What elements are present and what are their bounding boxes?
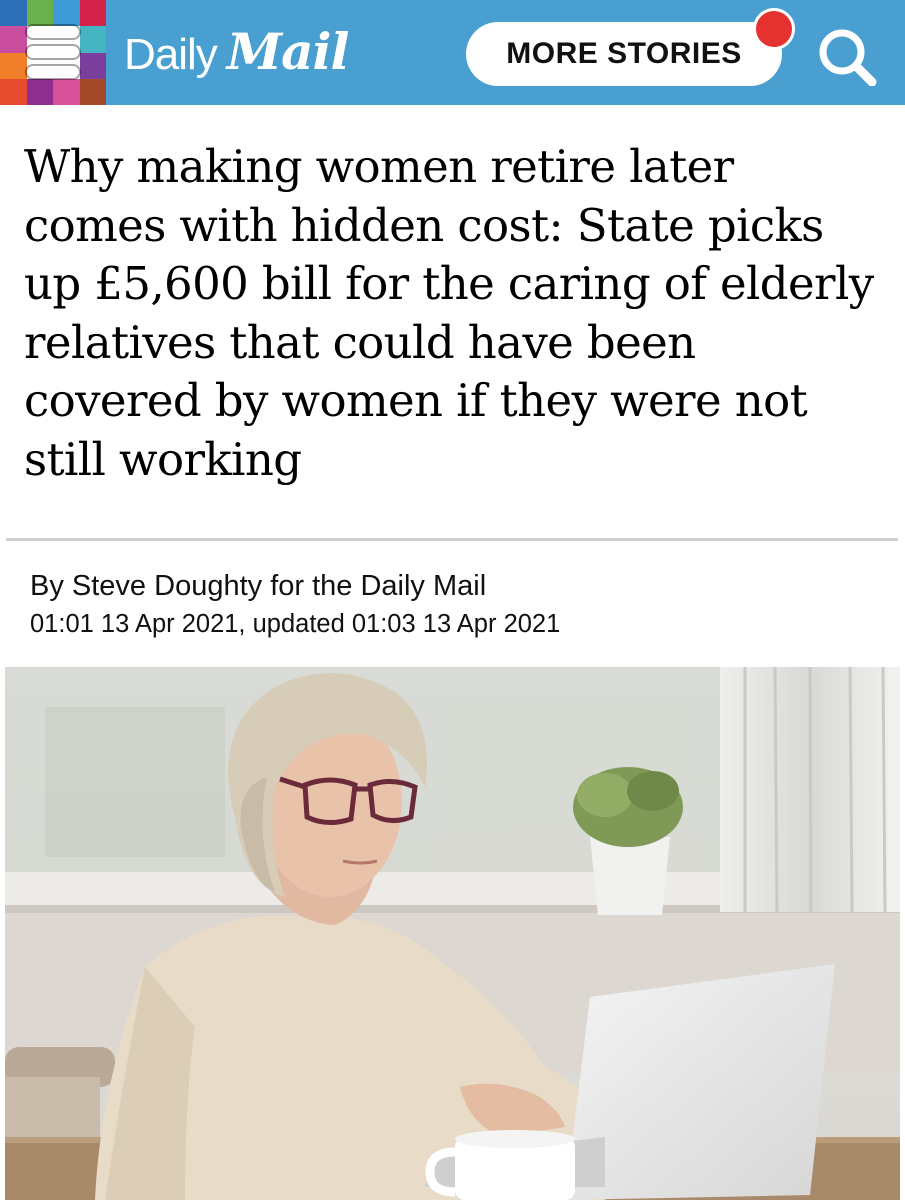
daily-mail-logo[interactable]: Daily Mail: [124, 22, 350, 82]
article-dateline: 01:01 13 Apr 2021, updated 01:03 13 Apr …: [30, 610, 561, 638]
mosaic-tile: [79, 0, 106, 27]
more-stories-button[interactable]: MORE STORIES: [466, 22, 782, 86]
article-headline: Why making women retire later comes with…: [24, 140, 874, 486]
mosaic-tile: [0, 0, 27, 27]
mosaic-tile: [0, 26, 27, 53]
site-header: Daily Mail MORE STORIES: [0, 0, 905, 105]
article-photo[interactable]: [5, 667, 900, 1200]
mosaic-tile: [79, 26, 106, 53]
mosaic-tile: [0, 52, 27, 79]
mosaic-tile: [79, 78, 106, 105]
logo-daily-text: Daily: [124, 30, 218, 79]
mosaic-tile: [53, 78, 80, 105]
article-byline: By Steve Doughty for the Daily Mail: [30, 570, 486, 603]
mosaic-tile: [26, 0, 53, 27]
mosaic-tile: [26, 78, 53, 105]
logo-mail-text: Mail: [226, 22, 350, 81]
mosaic-tile: [53, 0, 80, 27]
headline-divider: [6, 538, 898, 541]
search-icon[interactable]: [812, 24, 880, 87]
notification-dot-icon: [753, 8, 795, 50]
author-link[interactable]: Steve Doughty for the Daily Mail: [72, 570, 486, 602]
menu-icon[interactable]: [27, 26, 79, 78]
byline-prefix: By: [30, 570, 72, 602]
mosaic-tile: [79, 52, 106, 79]
mosaic-tile: [0, 78, 27, 105]
